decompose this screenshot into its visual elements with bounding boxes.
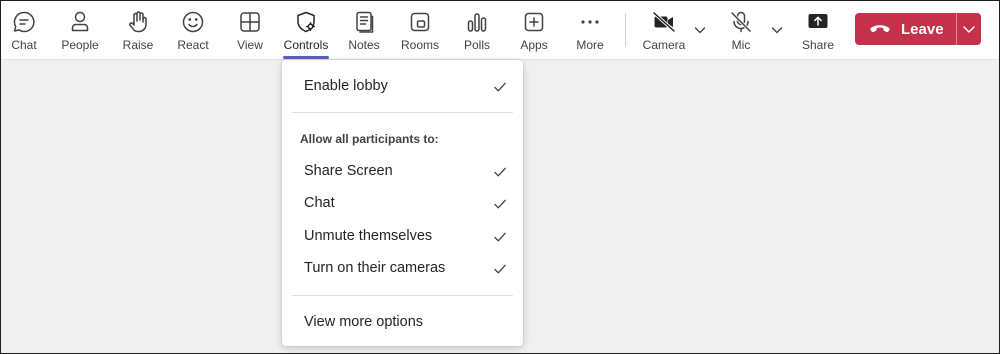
- rooms-label: Rooms: [400, 38, 439, 52]
- camera-button[interactable]: Camera: [642, 1, 686, 59]
- menu-item-share-screen[interactable]: Share Screen: [282, 156, 523, 188]
- leave-divider: [955, 13, 957, 45]
- checkmark-icon: [493, 80, 507, 94]
- camera-label: Camera: [642, 38, 686, 52]
- view-label: View: [237, 38, 263, 52]
- polls-label: Polls: [463, 38, 490, 52]
- view-more-options-label: View more options: [304, 314, 424, 330]
- more-button[interactable]: More: [572, 1, 608, 59]
- checkmark-icon: [493, 197, 507, 211]
- controls-label: Controls: [283, 38, 329, 52]
- camera-off-icon: [651, 9, 677, 35]
- smiley-icon: [180, 9, 206, 35]
- mic-options-chevron[interactable]: [770, 23, 784, 37]
- add-square-icon: [521, 9, 547, 35]
- menu-item-unmute-themselves[interactable]: Unmute themselves: [282, 221, 523, 253]
- menu-divider: [292, 112, 513, 113]
- menu-item-view-more-options[interactable]: View more options: [282, 307, 523, 339]
- camera-options-chevron[interactable]: [693, 23, 707, 37]
- chat-button[interactable]: Chat: [3, 1, 45, 59]
- leave-label: Leave: [901, 20, 944, 38]
- leave-button-group: Leave: [855, 13, 981, 45]
- leave-button[interactable]: Leave: [855, 13, 944, 45]
- mic-button[interactable]: Mic: [724, 1, 758, 59]
- menu-item-enable-lobby[interactable]: Enable lobby: [282, 71, 523, 103]
- notes-label: Notes: [348, 38, 380, 52]
- grid-view-icon: [237, 9, 263, 35]
- people-label: People: [61, 38, 99, 52]
- mic-off-icon: [728, 9, 754, 35]
- checkmark-icon: [493, 230, 507, 244]
- polls-button[interactable]: Polls: [460, 1, 494, 59]
- rooms-icon: [407, 9, 433, 35]
- notes-button[interactable]: Notes: [345, 1, 383, 59]
- menu-divider: [292, 295, 513, 296]
- menu-item-turn-on-cameras[interactable]: Turn on their cameras: [282, 253, 523, 285]
- share-label: Share: [801, 38, 835, 52]
- share-screen-icon: [805, 9, 831, 35]
- chat-icon: [11, 9, 37, 35]
- polls-icon: [464, 9, 490, 35]
- raise-hand-button[interactable]: Raise: [118, 1, 158, 59]
- shield-settings-icon: [293, 9, 319, 35]
- more-label: More: [576, 38, 604, 52]
- notes-icon: [351, 9, 377, 35]
- leave-options-chevron[interactable]: [956, 13, 981, 45]
- chat-option-label: Chat: [304, 195, 335, 211]
- controls-button[interactable]: Controls: [282, 1, 330, 59]
- checkmark-icon: [493, 165, 507, 179]
- apps-label: Apps: [520, 38, 548, 52]
- more-horizontal-icon: [577, 9, 603, 35]
- toolbar-separator: [625, 13, 626, 47]
- share-screen-option-label: Share Screen: [304, 163, 393, 179]
- active-tab-indicator: [283, 56, 329, 59]
- controls-menu: Enable lobby Allow all participants to: …: [282, 60, 523, 346]
- cameras-option-label: Turn on their cameras: [304, 260, 446, 276]
- people-icon: [67, 9, 93, 35]
- raise-label: Raise: [122, 38, 154, 52]
- meeting-toolbar: Chat People Raise React View Controls No…: [1, 1, 999, 60]
- react-label: React: [177, 38, 209, 52]
- mic-label: Mic: [731, 38, 751, 52]
- apps-button[interactable]: Apps: [516, 1, 552, 59]
- raise-hand-icon: [125, 9, 151, 35]
- chat-label: Chat: [11, 38, 37, 52]
- enable-lobby-label: Enable lobby: [304, 78, 388, 94]
- people-button[interactable]: People: [57, 1, 103, 59]
- checkmark-icon: [493, 262, 507, 276]
- view-button[interactable]: View: [231, 1, 269, 59]
- rooms-button[interactable]: Rooms: [400, 1, 440, 59]
- unmute-option-label: Unmute themselves: [304, 228, 433, 244]
- meeting-window: Chat People Raise React View Controls No…: [0, 0, 1000, 354]
- share-button[interactable]: Share: [800, 1, 836, 59]
- react-button[interactable]: React: [173, 1, 213, 59]
- menu-item-chat[interactable]: Chat: [282, 188, 523, 220]
- phone-hangup-icon: [869, 22, 891, 36]
- allow-participants-heading: Allow all participants to:: [300, 132, 439, 146]
